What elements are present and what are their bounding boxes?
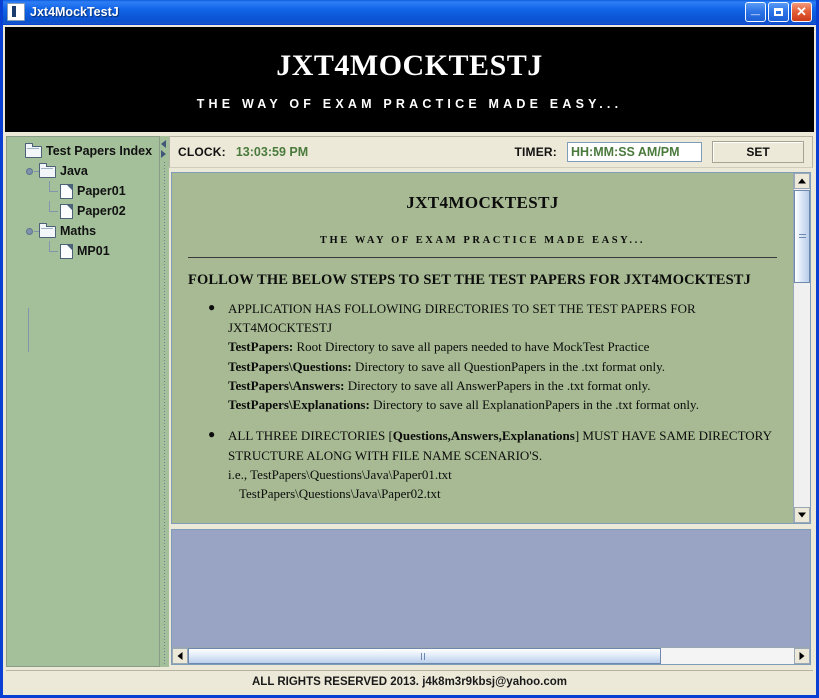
minimize-button[interactable]: _ — [745, 0, 766, 22]
bullet-line: ALL THREE DIRECTORIES [ — [228, 428, 393, 444]
bullet-marker-icon: ● — [208, 300, 216, 314]
vertical-scrollbar[interactable] — [793, 173, 810, 523]
folder-icon — [25, 143, 42, 158]
banner-title: JXT4MOCKTESTJ — [276, 48, 543, 82]
splitter-grip[interactable] — [164, 162, 165, 665]
bullet-line-key: TestPapers\Explanations: — [228, 397, 370, 413]
tree-node-label: Java — [60, 164, 88, 178]
scroll-left-button[interactable] — [172, 648, 188, 664]
tree-node-label: Maths — [60, 224, 97, 238]
bullet-line-val: Directory to save all AnswerPapers in th… — [344, 377, 651, 393]
app-icon — [7, 3, 25, 21]
tree-node-label: Paper01 — [77, 184, 126, 198]
bullet-text: APPLICATION HAS FOLLOWING DIRECTORIES TO… — [228, 299, 777, 414]
tree-node-java[interactable]: Java — [11, 161, 159, 181]
bullet-line-key: TestPapers: — [228, 339, 294, 355]
bullet-line-val: Directory to save all QuestionPapers in … — [351, 358, 666, 374]
tree-node-label: MP01 — [77, 244, 110, 258]
splitter-collapse-right-icon[interactable] — [161, 150, 166, 158]
bullet-line: TestPapers\Questions\Java\Paper02.txt — [239, 486, 441, 502]
collapse-handle-icon[interactable] — [25, 225, 39, 238]
app-banner: JXT4MOCKTESTJ THE WAY OF EXAM PRACTICE M… — [5, 27, 814, 132]
horizontal-scroll-thumb[interactable] — [188, 648, 661, 664]
chevron-up-icon — [798, 178, 806, 184]
timer-label: TIMER: — [514, 145, 557, 159]
close-icon: ✕ — [796, 4, 807, 19]
right-pane: CLOCK: 13:03:59 PM TIMER: SET JXT4MOCKTE… — [169, 136, 813, 667]
instructions-panel: JXT4MOCKTESTJ THE WAY OF EXAM PRACTICE M… — [171, 172, 811, 524]
bullet-line-key: TestPapers\Answers: — [228, 377, 345, 393]
file-icon — [60, 183, 73, 199]
maximize-button[interactable] — [768, 2, 789, 22]
window-title: Jxt4MockTestJ — [30, 5, 119, 19]
tree-elbow — [46, 201, 60, 221]
document-divider — [188, 257, 777, 258]
tree-node-label: Paper02 — [77, 204, 126, 218]
folder-icon — [39, 163, 56, 178]
bullet-marker-icon: ● — [208, 427, 216, 442]
timer-input[interactable] — [567, 142, 702, 162]
file-icon — [60, 243, 73, 259]
title-bar: Jxt4MockTestJ _ ✕ — [3, 0, 816, 25]
bullet-line-val: Root Directory to save all papers needed… — [293, 339, 650, 355]
tree-elbow — [46, 181, 60, 201]
vertical-scroll-thumb[interactable] — [794, 190, 810, 283]
bullet-item: ● ALL THREE DIRECTORIES [Questions,Answe… — [188, 426, 777, 503]
tree-elbow — [46, 241, 60, 261]
pane-splitter[interactable] — [160, 136, 169, 667]
clock-timer-toolbar: CLOCK: 13:03:59 PM TIMER: SET — [169, 136, 813, 168]
minimize-icon: _ — [751, 0, 760, 17]
tree-node-maths[interactable]: Maths — [11, 221, 159, 241]
folder-icon — [39, 223, 56, 238]
clock-label: CLOCK: — [178, 145, 226, 159]
main-split: Test Papers Index Java Paper01 Paper02 M… — [6, 136, 813, 667]
bullet-line-emphasis: Questions,Answers,Explanations — [392, 428, 575, 444]
document-subtitle: THE WAY OF EXAM PRACTICE MADE EASY... — [319, 235, 646, 246]
expand-handle — [11, 145, 24, 158]
bullet-text: ALL THREE DIRECTORIES [Questions,Answers… — [228, 426, 777, 503]
close-button[interactable]: ✕ — [791, 2, 812, 22]
clock-value: 13:03:59 PM — [235, 145, 309, 159]
test-papers-tree: Test Papers Index Java Paper01 Paper02 M… — [11, 141, 159, 261]
document-heading: FOLLOW THE BELOW STEPS TO SET THE TEST P… — [188, 272, 751, 288]
collapse-handle-icon[interactable] — [25, 165, 39, 178]
scroll-right-button[interactable] — [794, 648, 810, 664]
lower-panel — [171, 529, 811, 665]
tree-node-paper01[interactable]: Paper01 — [11, 181, 159, 201]
banner-subtitle: THE WAY OF EXAM PRACTICE MADE EASY... — [196, 96, 623, 111]
splitter-collapse-left-icon[interactable] — [161, 140, 166, 148]
sidebar-panel: Test Papers Index Java Paper01 Paper02 M… — [6, 136, 160, 667]
scroll-up-button[interactable] — [794, 173, 810, 189]
content-area: JXT4MOCKTESTJ THE WAY OF EXAM PRACTICE M… — [169, 168, 813, 667]
horizontal-scroll-track[interactable] — [188, 648, 794, 664]
document-title: JXT4MOCKTESTJ — [406, 193, 559, 212]
file-icon — [60, 203, 73, 219]
chevron-right-icon — [799, 652, 805, 660]
bullet-line-val: Directory to save all ExplanationPapers … — [369, 397, 699, 413]
tree-node-label: Test Papers Index — [46, 144, 153, 158]
tree-node-paper02[interactable]: Paper02 — [11, 201, 159, 221]
bullet-line: i.e., TestPapers\Questions\Java\Paper01.… — [228, 466, 452, 482]
status-bar: ALL RIGHTS RESERVED 2013. j4k8m3r9kbsj@y… — [6, 670, 813, 693]
bullet-item: ● APPLICATION HAS FOLLOWING DIRECTORIES … — [188, 299, 777, 414]
status-text: ALL RIGHTS RESERVED 2013. j4k8m3r9kbsj@y… — [251, 676, 567, 688]
maximize-icon — [774, 8, 783, 16]
chevron-down-icon — [798, 512, 806, 518]
chevron-left-icon — [177, 652, 183, 660]
set-button[interactable]: SET — [712, 141, 804, 163]
instruction-bullets: ● APPLICATION HAS FOLLOWING DIRECTORIES … — [188, 299, 777, 503]
scroll-down-button[interactable] — [794, 507, 810, 523]
tree-node-mp01[interactable]: MP01 — [11, 241, 159, 261]
window-controls: _ ✕ — [745, 0, 814, 22]
horizontal-scrollbar[interactable] — [172, 647, 810, 664]
application-window: Jxt4MockTestJ _ ✕ JXT4MOCKTESTJ THE WAY … — [0, 0, 819, 698]
instructions-document: JXT4MOCKTESTJ THE WAY OF EXAM PRACTICE M… — [172, 173, 793, 523]
bullet-line-key: TestPapers\Questions: — [228, 358, 352, 374]
splitter-arrows — [161, 138, 168, 160]
tree-connector-line — [28, 308, 29, 352]
tree-node-root[interactable]: Test Papers Index — [11, 141, 159, 161]
bullet-line: APPLICATION HAS FOLLOWING DIRECTORIES TO… — [228, 301, 696, 336]
lower-panel-body[interactable] — [172, 530, 810, 647]
